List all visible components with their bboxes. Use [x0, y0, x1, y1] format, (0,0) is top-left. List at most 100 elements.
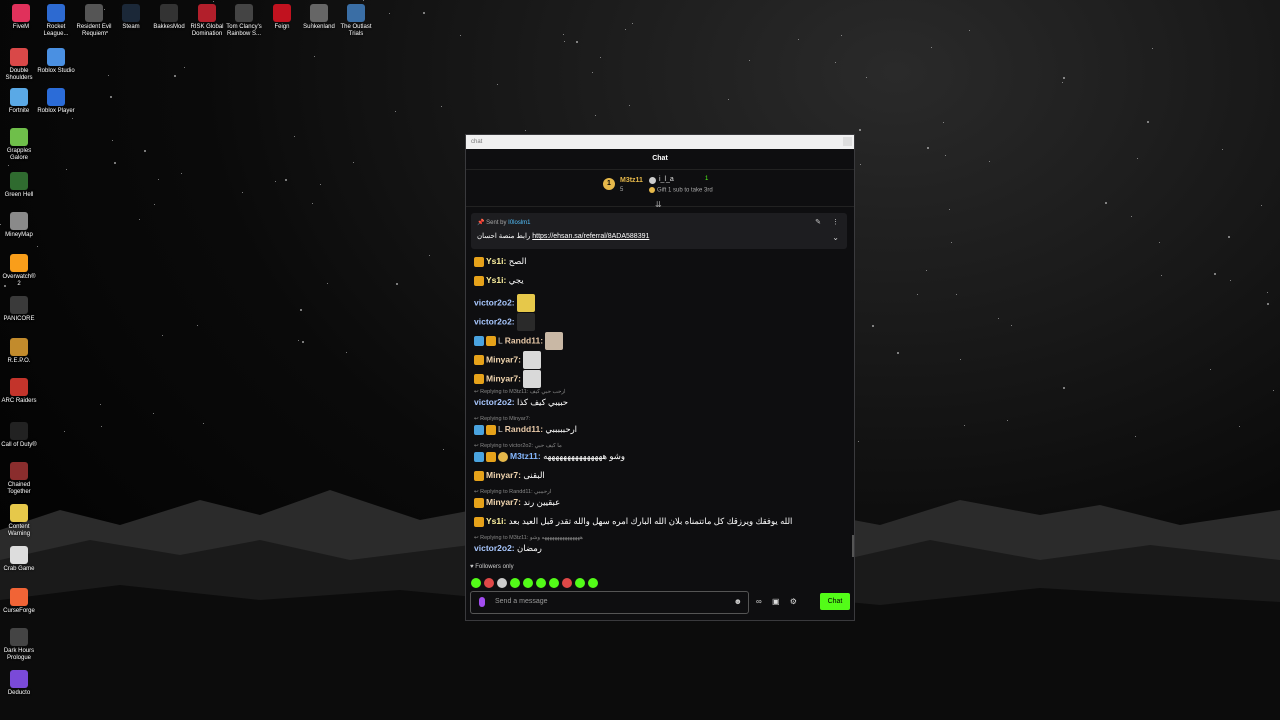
quick-emote-icon[interactable]: [588, 578, 598, 588]
pinned-sender-name[interactable]: I0loslm1: [508, 220, 530, 226]
desktop-icon-chained-together[interactable]: Chained Together: [0, 462, 38, 496]
desktop-icon-mineymap[interactable]: MineyMap: [0, 212, 38, 239]
desktop-icon-deducto[interactable]: Deducto: [0, 670, 38, 697]
desktop-icon-fivem[interactable]: FiveM: [2, 4, 40, 31]
desktop-icon-green-hell[interactable]: Green Hell: [0, 172, 38, 199]
gift-prompt[interactable]: Gift 1 sub to take 3rd: [649, 187, 713, 194]
desktop-icon-crab-game[interactable]: Crab Game: [0, 546, 38, 573]
chat-username[interactable]: Ys1i:: [486, 275, 509, 285]
chat-message[interactable]: Minyar7:: [474, 370, 542, 388]
desktop-icon-risk-global-domination[interactable]: RISK Global Domination: [188, 4, 226, 38]
desktop-icon-grapples-galore[interactable]: Grapples Galore: [0, 128, 38, 162]
desktop-icon-overwatch-2[interactable]: Overwatch® 2: [0, 254, 38, 288]
quick-emote-icon[interactable]: [536, 578, 546, 588]
expand-leaderboard-icon[interactable]: ⇊: [655, 200, 662, 209]
chat-username[interactable]: Randd11:: [505, 335, 546, 345]
desktop-icon-double-shoulders[interactable]: Double Shoulders: [0, 48, 38, 82]
chat-message[interactable]: Minyar7:: [474, 351, 542, 369]
chat-username[interactable]: M3tz11:: [510, 451, 543, 461]
emoji-icon[interactable]: ☻: [734, 597, 742, 606]
reply-context[interactable]: ↩ Replying to victor2o2: ما كيف حبي: [474, 443, 562, 449]
quick-emote-icon[interactable]: [562, 578, 572, 588]
app-icon: [47, 4, 65, 22]
desktop-icon-steam[interactable]: Steam: [112, 4, 150, 31]
reply-context[interactable]: ↩ Replying to Randd11: ارحبببي: [474, 489, 551, 495]
send-chat-button[interactable]: Chat: [820, 593, 850, 610]
quick-emote-icon[interactable]: [510, 578, 520, 588]
chat-username[interactable]: Minyar7:: [486, 354, 523, 364]
chat-message[interactable]: Ys1i: الله يوفقك ويرزقك كل ماتتمناه بلان…: [474, 516, 792, 527]
chat-username[interactable]: Randd11:: [505, 424, 546, 434]
quick-emote-icon[interactable]: [549, 578, 559, 588]
app-icon: [122, 4, 140, 22]
desktop-icon-sunkenland[interactable]: Sunkenland: [300, 4, 338, 31]
desktop-icon-panicore[interactable]: PANICORE: [0, 296, 38, 323]
chat-message[interactable]: victor2o2:: [474, 294, 535, 312]
chat-username[interactable]: Ys1i:: [486, 256, 509, 266]
desktop-icon-roblox-studio[interactable]: Roblox Studio: [37, 48, 75, 75]
window-titlebar[interactable]: chat: [466, 135, 854, 149]
message-input-placeholder[interactable]: Send a message: [495, 598, 548, 605]
chat-message[interactable]: Minyar7: البقنى: [474, 470, 545, 481]
chat-message[interactable]: victor2o2:: [474, 313, 535, 331]
desktop-icon-dark-hours-prologue[interactable]: Dark Hours Prologue: [0, 628, 38, 662]
chat-scrollbar[interactable]: [852, 535, 854, 557]
unpin-icon[interactable]: ✎: [815, 218, 821, 226]
desktop-icon-call-of-duty[interactable]: Call of Duty®: [0, 422, 38, 449]
star: [749, 60, 750, 61]
chat-username[interactable]: victor2o2:: [474, 543, 517, 553]
desktop-icon-content-warning[interactable]: Content Warning: [0, 504, 38, 538]
app-icon: [10, 296, 28, 314]
desktop-icon-roblox-player[interactable]: Roblox Player: [37, 88, 75, 115]
chat-message[interactable]: M3tz11: وشو هههههههههههههههه: [474, 451, 625, 462]
leader-2-name[interactable]: i_l_a: [659, 176, 674, 183]
reply-context[interactable]: ↩ Replying to Minyar7:: [474, 416, 530, 422]
chevron-down-icon[interactable]: ⌄: [832, 233, 839, 242]
message-input-box[interactable]: Send a message ☻: [470, 591, 749, 614]
desktop-icon-feign[interactable]: Feign: [263, 4, 301, 31]
chat-username[interactable]: Minyar7:: [486, 497, 523, 507]
infinity-icon[interactable]: ∞: [756, 597, 762, 606]
quick-emote-icon[interactable]: [523, 578, 533, 588]
quick-emote-icon[interactable]: [575, 578, 585, 588]
chat-username[interactable]: victor2o2:: [474, 297, 517, 307]
chat-username[interactable]: Minyar7:: [486, 470, 523, 480]
desktop-icon-resident-evil-requiem[interactable]: Resident Evil Requiem: [75, 4, 113, 38]
star: [300, 309, 302, 311]
chat-message[interactable]: victor2o2: رمضان: [474, 543, 542, 554]
quick-emote-icon[interactable]: [484, 578, 494, 588]
chat-message[interactable]: victor2o2: حبيبي كيف كذا: [474, 397, 568, 408]
leader-1-name[interactable]: M3tz11: [620, 177, 643, 184]
chat-username[interactable]: Minyar7:: [486, 373, 523, 383]
reply-context[interactable]: ↩ Replying to M3tz11: هههههههههههههههه و…: [474, 535, 583, 541]
chat-username[interactable]: victor2o2:: [474, 397, 517, 407]
desktop-icon-tom-clancy-s-rainbow-s[interactable]: Tom Clancy's Rainbow S...: [225, 4, 263, 38]
chat-message[interactable]: Ys1i: يجي: [474, 275, 524, 286]
gift-box-icon[interactable]: ▣: [772, 597, 780, 606]
desktop-icon-fortnite[interactable]: Fortnite: [0, 88, 38, 115]
chat-username[interactable]: victor2o2:: [474, 316, 517, 326]
desktop-icon-rocket-league[interactable]: Rocket League...: [37, 4, 75, 38]
close-icon[interactable]: [843, 137, 852, 146]
gear-icon[interactable]: ⚙: [790, 597, 797, 606]
quick-emote-icon[interactable]: [497, 578, 507, 588]
chat-message[interactable]: Ys1i: الصح: [474, 256, 527, 267]
desktop-icon-arc-raiders[interactable]: ARC Raiders: [0, 378, 38, 405]
star: [1267, 292, 1268, 293]
chat-message[interactable]: Minyar7: عبقيين رند: [474, 497, 560, 508]
desktop-icon-curseforge[interactable]: CurseForge: [0, 588, 38, 615]
pinned-link[interactable]: https://ehsan.sa/referral/8ADA588391: [532, 233, 649, 240]
quick-emote-icon[interactable]: [471, 578, 481, 588]
microphone-icon[interactable]: [479, 597, 485, 607]
reply-context[interactable]: ↩ Replying to M3tz11: ارحب حبي كيف: [474, 389, 566, 395]
chat-message[interactable]: L Randd11:: [474, 332, 564, 350]
more-options-icon[interactable]: ⋮: [832, 218, 839, 226]
rank-1-badge-icon: 1: [603, 178, 615, 190]
chat-username[interactable]: Ys1i:: [486, 516, 509, 526]
star: [1063, 77, 1065, 79]
desktop-icon-bakkesmod[interactable]: BakkesMod: [150, 4, 188, 31]
desktop-icon-r-e-p-o[interactable]: R.E.P.O.: [0, 338, 38, 365]
star: [835, 62, 836, 63]
desktop-icon-the-outlast-trials[interactable]: The Outlast Trials: [337, 4, 375, 38]
chat-message[interactable]: L Randd11: ارحبببببي: [474, 424, 577, 435]
